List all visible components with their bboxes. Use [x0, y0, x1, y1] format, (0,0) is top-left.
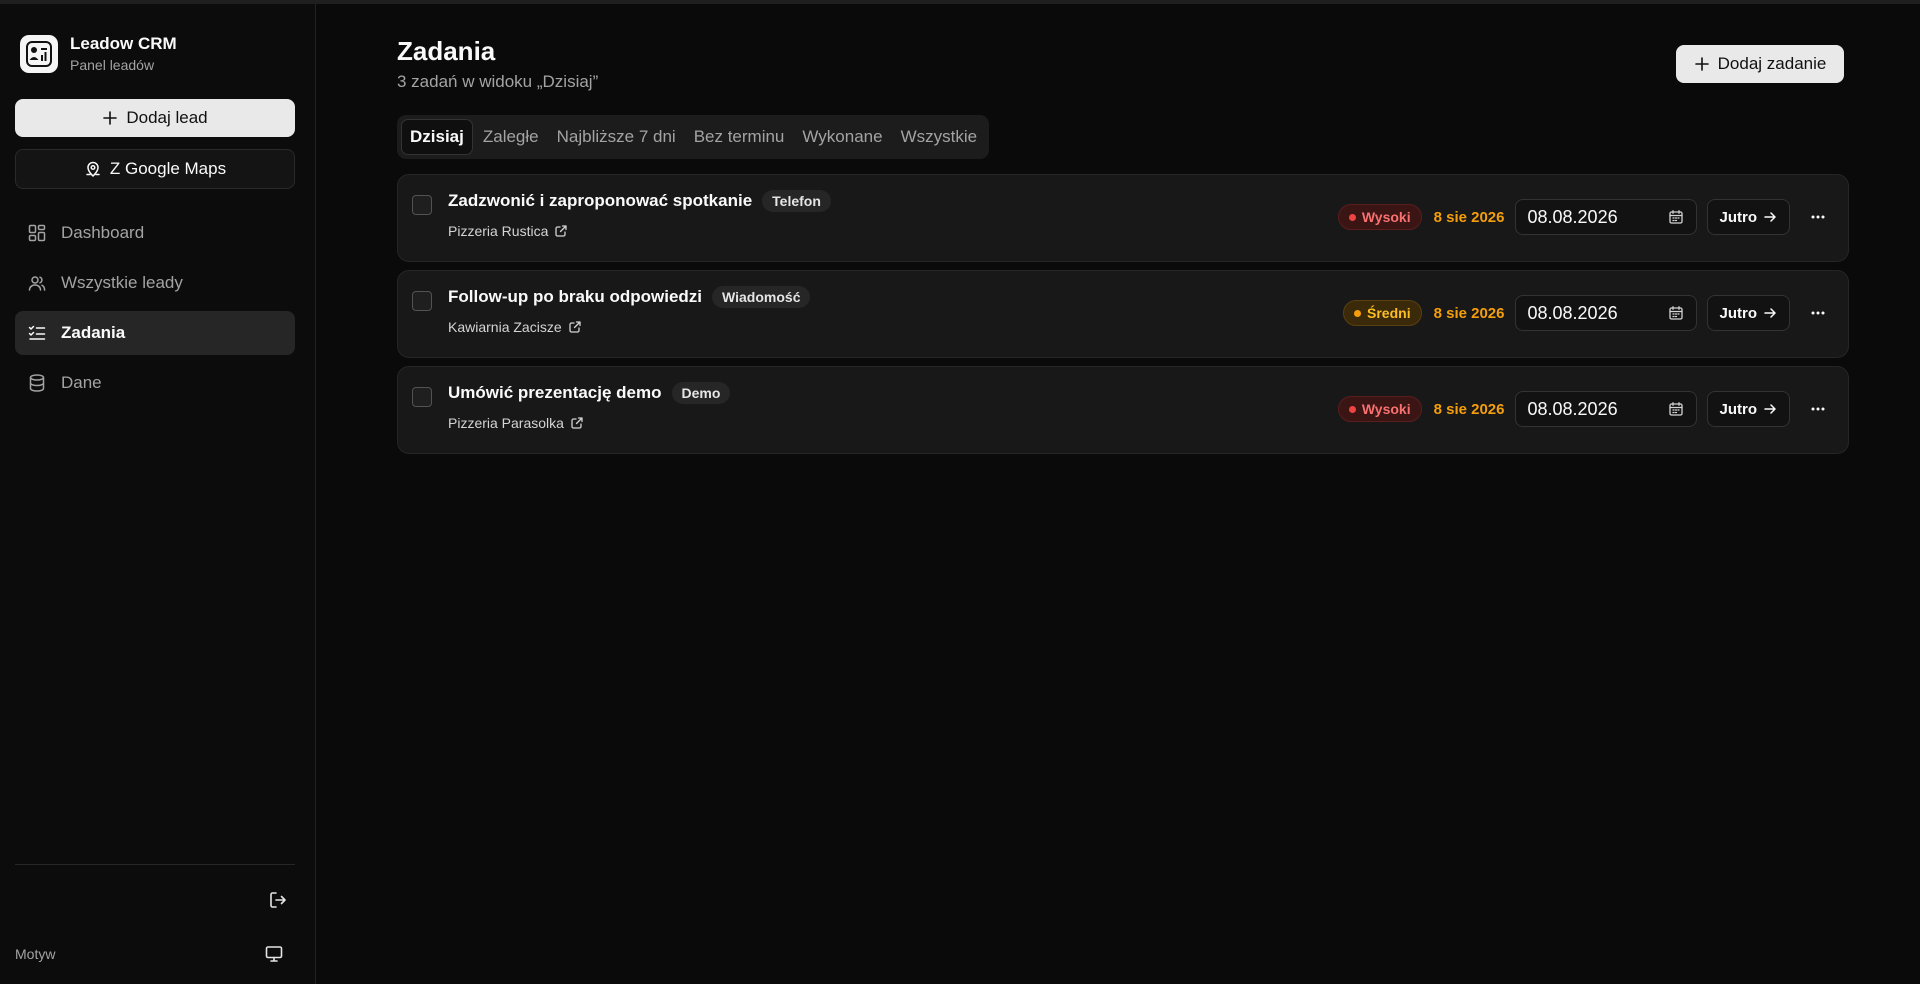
sidebar-item-all-leads[interactable]: Wszystkie leady: [15, 261, 295, 305]
external-link-icon: [555, 225, 568, 237]
calendar-icon[interactable]: [1668, 209, 1684, 225]
sidebar-nav: Dashboard Wszystkie leady Zadania Dane: [15, 211, 295, 411]
more-horizontal-icon: [1811, 407, 1825, 411]
task-title: Umówić prezentację demo: [448, 383, 662, 402]
add-task-label: Dodaj zadanie: [1717, 54, 1827, 73]
task-type-badge: Telefon: [762, 190, 831, 212]
postpone-tomorrow-button[interactable]: Jutro: [1706, 391, 1790, 427]
task-lead-link[interactable]: Pizzeria Rustica: [448, 223, 568, 239]
task-row: Zadzwonić i zaproponować spotkanie Telef…: [397, 174, 1849, 262]
more-horizontal-icon: [1811, 215, 1825, 219]
due-date-label: 8 sie 2026: [1433, 400, 1505, 418]
add-lead-button[interactable]: Dodaj lead: [15, 99, 295, 137]
external-link-icon: [571, 417, 583, 429]
arrow-right-icon: [1764, 212, 1776, 222]
task-lead-name: Kawiarnia Zacisze: [448, 319, 562, 335]
monitor-icon: [265, 946, 283, 962]
theme-row: Motyw: [15, 940, 295, 968]
task-lead-name: Pizzeria Parasolka: [448, 415, 564, 431]
sidebar-item-tasks[interactable]: Zadania: [15, 311, 295, 355]
add-lead-label: Dodaj lead: [126, 108, 208, 127]
due-date-label: 8 sie 2026: [1433, 208, 1505, 226]
map-pin-icon: [86, 161, 100, 178]
brand-subtitle: Panel leadów: [70, 57, 155, 73]
postpone-tomorrow-button[interactable]: Jutro: [1706, 199, 1790, 235]
priority-badge: Wysoki: [1337, 204, 1422, 230]
theme-toggle-button[interactable]: [261, 941, 287, 967]
task-checkbox[interactable]: [412, 387, 432, 407]
tab-all[interactable]: Wszystkie: [893, 119, 986, 155]
calendar-icon[interactable]: [1668, 401, 1684, 417]
brand-logo-icon: [20, 35, 58, 73]
tab-next-7-days[interactable]: Najbliższe 7 dni: [549, 119, 684, 155]
theme-label: Motyw: [15, 946, 56, 962]
tasks-icon: [28, 325, 46, 340]
sidebar-item-label: Wszystkie leady: [61, 273, 183, 292]
tab-overdue[interactable]: Zaległe: [475, 119, 547, 155]
task-checkbox[interactable]: [412, 195, 432, 215]
tab-done[interactable]: Wykonane: [794, 119, 890, 155]
due-date-label: 8 sie 2026: [1433, 304, 1505, 322]
add-task-button[interactable]: Dodaj zadanie: [1676, 45, 1844, 83]
sidebar-item-label: Dashboard: [61, 223, 145, 242]
calendar-icon[interactable]: [1668, 305, 1684, 321]
arrow-right-icon: [1764, 308, 1776, 318]
sidebar-item-label: Zadania: [61, 323, 126, 342]
task-title: Zadzwonić i zaproponować spotkanie: [448, 191, 753, 210]
logout-icon: [270, 892, 286, 908]
more-horizontal-icon: [1811, 311, 1825, 315]
dashboard-icon: [28, 224, 46, 242]
external-link-icon: [568, 321, 581, 333]
task-type-badge: Wiadomość: [712, 286, 811, 308]
priority-badge: Średni: [1343, 300, 1422, 326]
task-filter-tabs: Dzisiaj Zaległe Najbliższe 7 dni Bez ter…: [397, 115, 990, 159]
plus-icon: [103, 111, 118, 125]
due-date-input[interactable]: 08.08.2026: [1514, 199, 1697, 235]
brand[interactable]: Leadow CRM Panel leadów: [20, 34, 177, 74]
priority-badge: Wysoki: [1337, 396, 1422, 422]
brand-name: Leadow CRM: [70, 34, 177, 53]
task-type-badge: Demo: [671, 382, 731, 404]
task-title: Follow-up po braku odpowiedzi: [448, 287, 703, 306]
task-lead-name: Pizzeria Rustica: [448, 223, 549, 239]
database-icon: [29, 374, 45, 392]
google-maps-button[interactable]: Z Google Maps: [15, 149, 295, 189]
plus-icon: [1694, 57, 1709, 71]
due-date-input[interactable]: 08.08.2026: [1514, 295, 1697, 331]
task-lead-link[interactable]: Pizzeria Parasolka: [448, 415, 584, 431]
tab-no-deadline[interactable]: Bez terminu: [686, 119, 793, 155]
more-options-button[interactable]: [1800, 391, 1836, 427]
task-row: Umówić prezentację demo Demo Pizzeria Pa…: [397, 366, 1849, 454]
postpone-tomorrow-button[interactable]: Jutro: [1706, 295, 1790, 331]
sidebar-item-data[interactable]: Dane: [15, 361, 295, 405]
google-maps-label: Z Google Maps: [109, 159, 227, 178]
tab-today[interactable]: Dzisiaj: [401, 119, 473, 155]
users-icon: [28, 276, 46, 291]
task-list: Zadzwonić i zaproponować spotkanie Telef…: [397, 174, 1849, 462]
sidebar-item-dashboard[interactable]: Dashboard: [15, 211, 295, 255]
more-options-button[interactable]: [1800, 295, 1836, 331]
logout-button[interactable]: [266, 888, 290, 912]
due-date-input[interactable]: 08.08.2026: [1514, 391, 1697, 427]
page-title: Zadania: [397, 36, 496, 66]
task-lead-link[interactable]: Kawiarnia Zacisze: [448, 319, 582, 335]
task-row: Follow-up po braku odpowiedzi Wiadomość …: [397, 270, 1849, 358]
more-options-button[interactable]: [1800, 199, 1836, 235]
page-subtitle: 3 zadań w widoku „Dzisiaj”: [397, 72, 599, 91]
sidebar-item-label: Dane: [61, 373, 102, 392]
sidebar-divider: [15, 864, 295, 865]
sidebar: Leadow CRM Panel leadów Dodaj lead Z Goo…: [0, 4, 316, 984]
arrow-right-icon: [1764, 404, 1776, 414]
task-checkbox[interactable]: [412, 291, 432, 311]
